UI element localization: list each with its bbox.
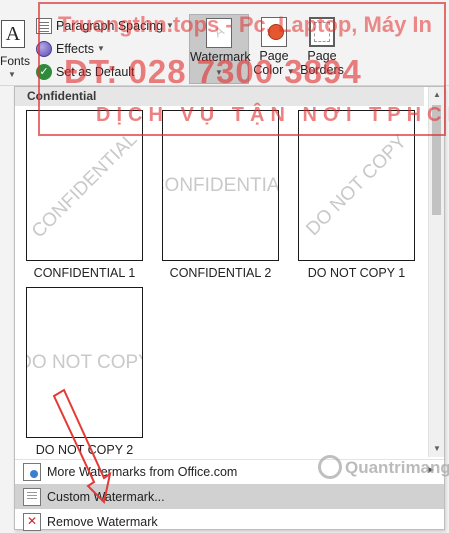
fonts-label: Fonts [0,54,31,68]
effects-label: Effects [56,41,94,56]
fonts-button[interactable]: A Fonts ▼ [0,18,31,80]
custom-watermark-icon [23,487,41,506]
watermark-caption: CONFIDENTIAL 1 [33,266,136,280]
chevron-down-icon: ▼ [8,70,16,79]
watermark-option-do-not-copy-2[interactable]: DO NOT COPY DO NOT COPY 2 [26,287,143,457]
brand-watermark: Quantrimang [345,458,449,477]
word-design-window: A Fonts ▼ Paragraph Spacing ▼ Effects ▼ … [0,0,449,533]
watermark-label: Watermark [190,50,251,64]
set-as-default-label: Set as Default [56,64,135,79]
scroll-up-icon[interactable]: ▲ [429,87,445,103]
effects-button[interactable]: Effects ▼ [36,37,176,60]
watermark-preview-text: DO NOT COPY [301,130,411,240]
watermark-caption: DO NOT COPY 2 [35,443,134,457]
page-color-button[interactable]: Page Color ▼ [251,14,297,84]
gallery-group-header: Confidential [15,87,424,106]
checkmark-icon: ✓ [36,63,52,80]
scroll-thumb[interactable] [432,105,441,215]
chevron-down-icon: ▼ [215,68,223,77]
custom-watermark-label: Custom Watermark... [47,489,165,504]
page-borders-button[interactable]: Page Borders [300,14,344,84]
set-as-default-button[interactable]: ✓ Set as Default [36,60,176,83]
more-watermarks-label: More Watermarks from Office.com [47,464,238,479]
watermark-button[interactable]: Watermark ▼ [189,14,251,84]
watermark-preview-text: DO NOT COPY [27,351,142,373]
ribbon: A Fonts ▼ Paragraph Spacing ▼ Effects ▼ … [0,0,449,86]
remove-watermark-label: Remove Watermark [47,514,158,529]
effects-icon [36,40,52,57]
gallery-scrollbar[interactable]: ▲ ▼ [428,87,444,457]
watermark-preview: DO NOT COPY [298,110,415,261]
scroll-down-icon[interactable]: ▼ [429,441,445,457]
watermark-option-do-not-copy-1[interactable]: DO NOT COPY DO NOT COPY 1 [298,110,415,280]
watermark-preview-text: CONFIDENTIAL [27,128,141,242]
custom-watermark-item[interactable]: Custom Watermark... [15,484,444,509]
page-borders-label-1: Page [307,49,337,63]
page-borders-label-2: Borders [300,63,344,77]
globe-icon [23,462,41,481]
fonts-icon: A [1,20,25,48]
watermark-caption: DO NOT COPY 1 [307,266,406,280]
paragraph-spacing-button[interactable]: Paragraph Spacing ▼ [36,14,176,37]
page-color-label-1: Page [259,49,289,63]
page-color-label-2: Color ▼ [253,63,295,77]
watermark-icon [206,18,232,48]
watermark-preview: CONFIDENTIAL [162,110,279,261]
chevron-down-icon: ▼ [166,21,174,30]
page-borders-icon [309,17,335,47]
remove-watermark-item[interactable]: Remove Watermark [15,509,444,533]
chevron-down-icon: ▼ [96,44,105,53]
watermark-caption: CONFIDENTIAL 2 [169,266,272,280]
brand-logo-icon [318,455,342,479]
document-formatting-options: Paragraph Spacing ▼ Effects ▼ ✓ Set as D… [36,14,176,83]
paragraph-spacing-label: Paragraph Spacing [56,18,164,33]
watermark-preview: CONFIDENTIAL [26,110,143,261]
watermark-option-confidential-2[interactable]: CONFIDENTIAL CONFIDENTIAL 2 [162,110,279,280]
remove-icon [23,512,41,531]
watermark-preview: DO NOT COPY [26,287,143,438]
watermark-preview-text: CONFIDENTIAL [163,174,279,196]
paragraph-spacing-icon [36,17,52,34]
watermark-option-confidential-1[interactable]: CONFIDENTIAL CONFIDENTIAL 1 [26,110,143,280]
page-color-icon [261,17,287,47]
